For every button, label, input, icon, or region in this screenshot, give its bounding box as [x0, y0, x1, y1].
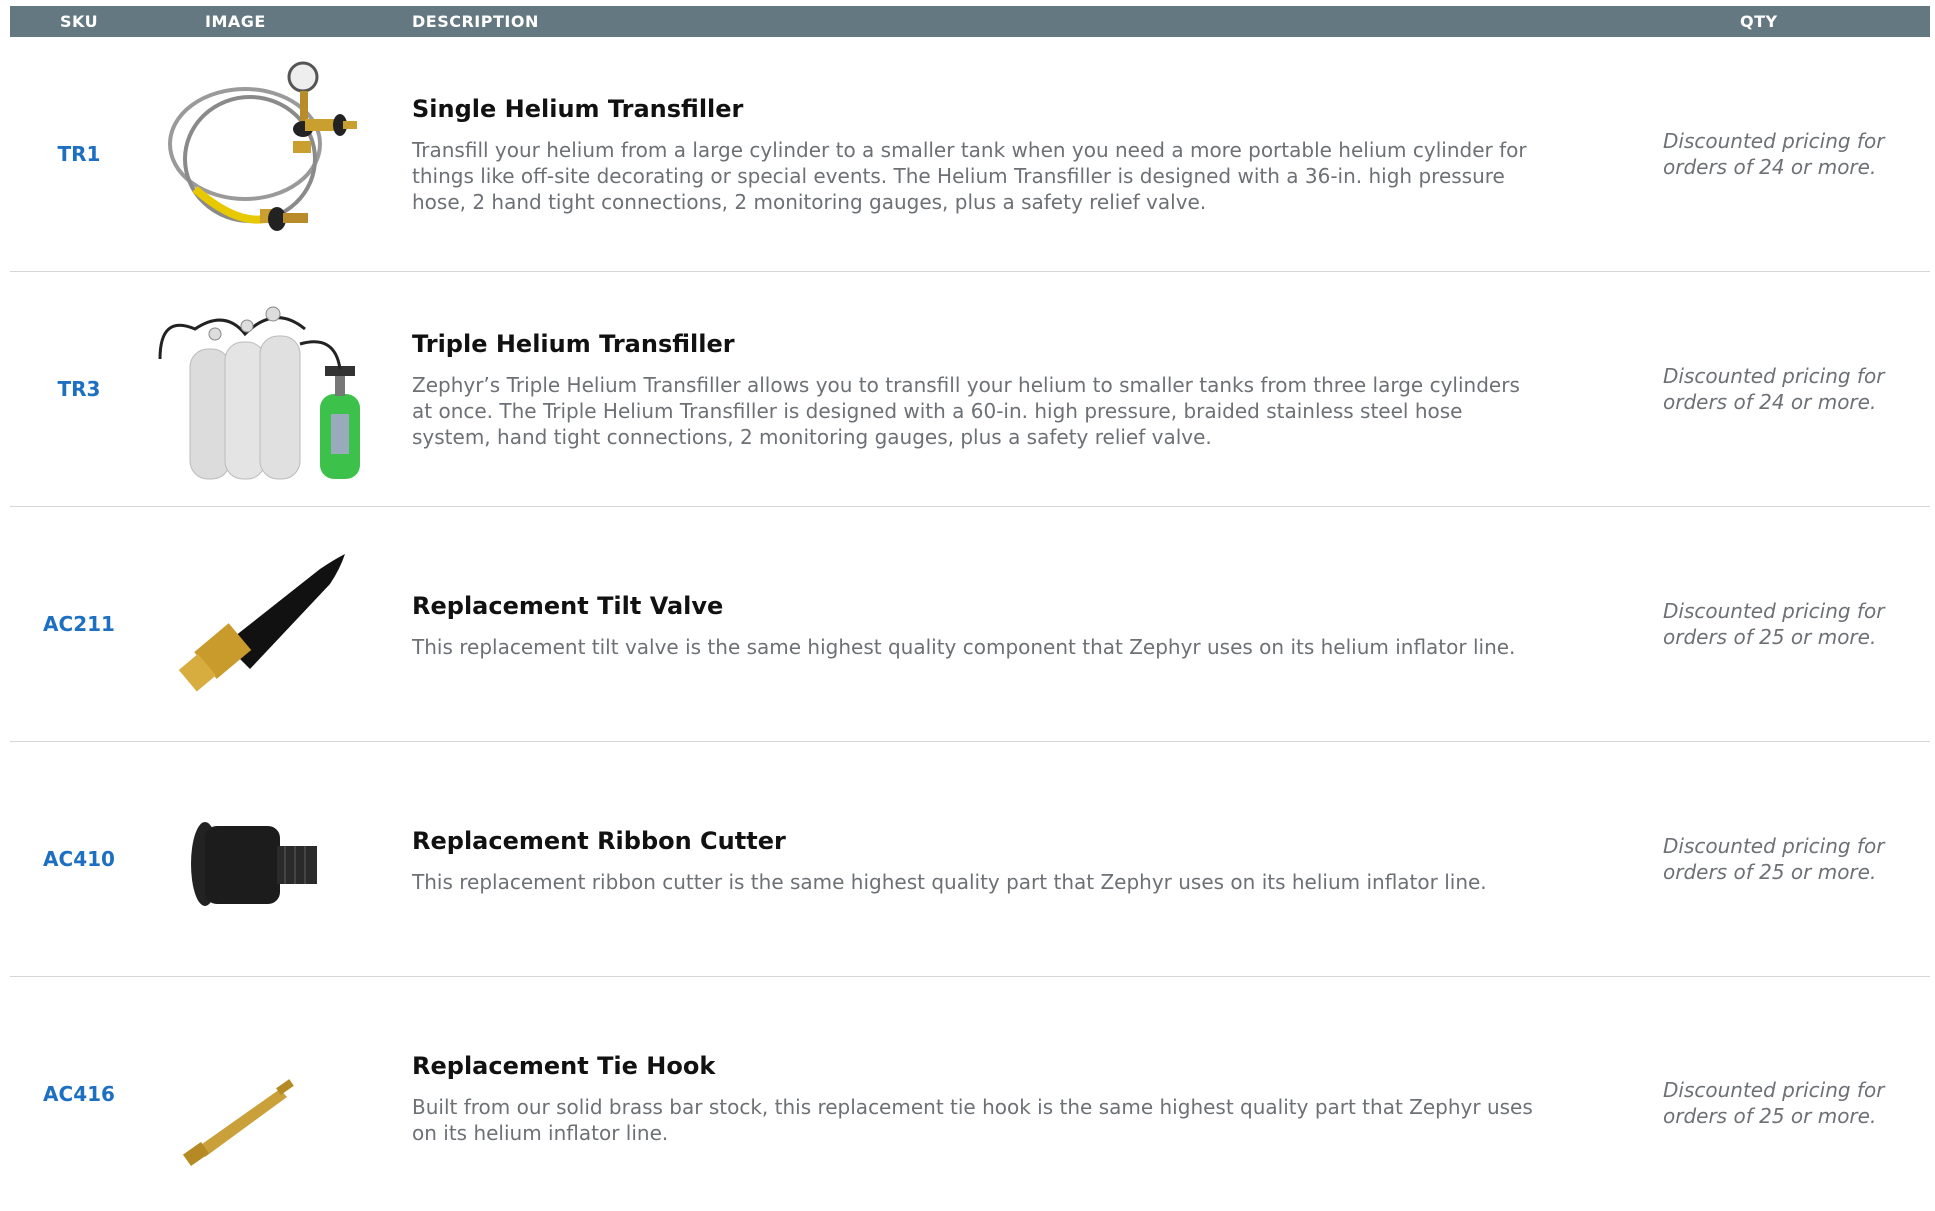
header-qty: QTY	[1740, 12, 1778, 31]
table-row: TR1 Single Helium Transfiller Transfill …	[10, 37, 1930, 272]
product-description: Transfill your helium from a large cylin…	[412, 138, 1527, 214]
hose-gauge-icon[interactable]	[155, 49, 375, 259]
product-title: Replacement Tilt Valve	[412, 592, 724, 620]
qty-note: Discounted pricing for orders of 24 or m…	[1663, 129, 1885, 179]
product-title: Triple Helium Transfiller	[412, 330, 735, 358]
product-title: Replacement Ribbon Cutter	[412, 827, 786, 855]
product-description: Built from our solid brass bar stock, th…	[412, 1095, 1533, 1145]
qty-note: Discounted pricing for orders of 24 or m…	[1663, 364, 1885, 414]
tie-hook-icon[interactable]	[155, 989, 375, 1199]
product-description: Zephyr’s Triple Helium Transfiller allow…	[412, 373, 1520, 449]
sku-link[interactable]: TR1	[10, 142, 148, 166]
qty-note: Discounted pricing for orders of 25 or m…	[1663, 599, 1885, 649]
product-title: Single Helium Transfiller	[412, 95, 744, 123]
table-row: TR3 Triple Helium Transfiller Zephyr’s T…	[10, 272, 1930, 507]
qty-note: Discounted pricing for orders of 25 or m…	[1663, 834, 1885, 884]
product-description: This replacement ribbon cutter is the sa…	[412, 870, 1487, 894]
header-sku: SKU	[60, 12, 99, 31]
table-row: AC416 Replacement Tie Hook Built from ou…	[10, 977, 1930, 1211]
table-row: AC211 Replacement Tilt Valve This replac…	[10, 507, 1930, 742]
product-table: SKU IMAGE DESCRIPTION QTY TR1 Single Hel…	[10, 6, 1930, 1211]
sku-link[interactable]: AC410	[10, 847, 148, 871]
header-image: IMAGE	[205, 12, 266, 31]
qty-note: Discounted pricing for orders of 25 or m…	[1663, 1078, 1885, 1129]
ribbon-cutter-icon[interactable]	[155, 754, 375, 964]
sku-link[interactable]: AC416	[10, 1082, 148, 1106]
header-description: DESCRIPTION	[412, 12, 539, 31]
cylinders-icon[interactable]	[155, 284, 375, 494]
product-description: This replacement tilt valve is the same …	[412, 635, 1516, 659]
product-title: Replacement Tie Hook	[412, 1052, 716, 1080]
tilt-valve-icon[interactable]	[155, 519, 375, 729]
table-row: AC410 Replacement Ribbon Cutter This rep…	[10, 742, 1930, 977]
sku-link[interactable]: TR3	[10, 377, 148, 401]
table-header: SKU IMAGE DESCRIPTION QTY	[10, 6, 1930, 37]
sku-link[interactable]: AC211	[10, 612, 148, 636]
